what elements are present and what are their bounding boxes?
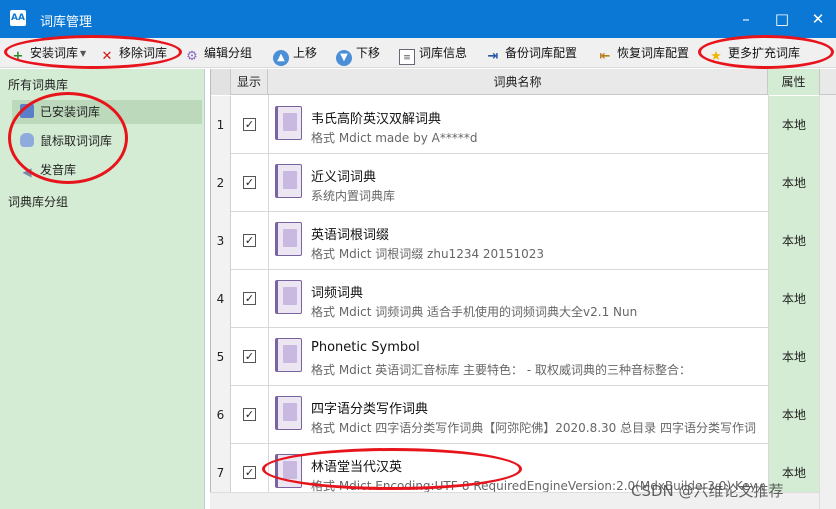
import-icon: ⇤ [599,49,611,64]
close-button[interactable]: ✕ [800,0,836,38]
row-number: 1 [211,96,231,154]
annotation-ellipse [262,448,522,490]
edit-group-button[interactable]: ⚙ 编辑分组 [184,42,252,64]
edit-group-label: 编辑分组 [204,46,253,60]
all-dicts-header[interactable]: 所有词典库 [8,76,68,93]
dict-app-icon: AA [10,10,26,26]
show-checkbox[interactable]: ✓ [243,408,256,421]
column-divider [268,95,269,509]
move-up-label: 上移 [293,46,318,60]
restore-label: 恢复词库配置 [617,46,690,60]
vertical-scrollbar[interactable] [819,95,836,509]
arrow-up-icon: ▲ [273,50,289,66]
annotation-ellipse [8,92,128,184]
title-bar: AA 词库管理 – □ ✕ [0,0,836,38]
dict-attribute: 本地 [768,386,820,444]
dict-name: 英语词根词缀 [311,228,390,243]
dict-attribute: 本地 [768,328,820,386]
dictionary-book-icon [275,164,302,198]
show-checkbox[interactable]: ✓ [243,466,256,479]
dictionary-book-icon [275,396,302,430]
table-header: 显示 词典名称 属性 [211,69,836,95]
export-icon: ⇥ [487,49,499,64]
dict-attribute: 本地 [768,154,820,212]
row-number: 2 [211,154,231,212]
row-number-header [211,69,231,95]
annotation-ellipse [4,35,182,69]
table-row[interactable]: 6 ✓ 四字语分类写作词典 格式 Mdict 四字语分类写作词典【阿弥陀佛】20… [211,386,836,444]
move-up-button[interactable]: ▲ 上移 [273,42,318,66]
dict-name: 近义词词典 [311,170,377,185]
arrow-down-icon: ▼ [336,50,352,66]
table-row[interactable]: 3 ✓ 英语词根词缀 格式 Mdict 词根词缀 zhu1234 2015102… [211,212,836,270]
watermark: CSDN @六维论文推荐 [631,482,784,500]
minimize-button[interactable]: – [728,0,764,38]
annotation-ellipse [698,35,834,69]
maximize-button[interactable]: □ [764,0,800,38]
dict-attribute: 本地 [768,212,820,270]
show-column-header[interactable]: 显示 [231,69,268,95]
dictionary-book-icon [275,106,302,140]
dict-name: 四字语分类写作词典 [311,402,429,417]
dictionary-book-icon [275,280,302,314]
window-title: 词库管理 [40,15,93,30]
dictionary-book-icon [275,222,302,256]
dict-name: Phonetic Symbol [311,340,420,355]
dict-table: 显示 词典名称 属性 1 ✓ 韦氏高阶英汉双解词典 格式 Mdict made … [210,69,836,509]
dict-description: 格式 Mdict 词根词缀 zhu1234 20151023 [311,247,544,261]
gear-icon: ⚙ [186,49,198,64]
row-number: 6 [211,386,231,444]
name-column-header[interactable]: 词典名称 [268,69,768,95]
backup-config-button[interactable]: ⇥ 备份词库配置 [485,42,577,64]
show-checkbox[interactable]: ✓ [243,292,256,305]
dict-attribute: 本地 [768,270,820,328]
dict-groups-header[interactable]: 词典库分组 [8,193,68,210]
dict-attribute: 本地 [768,96,820,154]
move-down-button[interactable]: ▼ 下移 [336,42,381,66]
show-checkbox[interactable]: ✓ [243,234,256,247]
dict-description: 格式 Mdict 英语词汇音标库 主要特色： - 取权威词典的三种音标整合： [311,363,692,377]
dict-name: 词频词典 [311,286,364,301]
table-row[interactable]: 1 ✓ 韦氏高阶英汉双解词典 格式 Mdict made by A*****d … [211,96,836,154]
dict-name: 韦氏高阶英汉双解词典 [311,112,442,127]
row-number: 3 [211,212,231,270]
show-checkbox[interactable]: ✓ [243,350,256,363]
dict-description: 格式 Mdict 词频词典 适合手机使用的词频词典大全v2.1 Nun [311,305,638,319]
column-divider [768,95,769,509]
dict-info-button[interactable]: ≡ 词库信息 [399,42,468,65]
info-doc-icon: ≡ [399,49,415,65]
move-down-label: 下移 [356,46,381,60]
backup-label: 备份词库配置 [505,46,578,60]
dict-description: 格式 Mdict 四字语分类写作词典【阿弥陀佛】2020.8.30 总目录 四字… [311,421,756,435]
row-number: 4 [211,270,231,328]
show-checkbox[interactable]: ✓ [243,118,256,131]
show-checkbox[interactable]: ✓ [243,176,256,189]
dictionary-book-icon [275,338,302,372]
dict-description: 格式 Mdict made by A*****d [311,131,478,145]
table-row[interactable]: 2 ✓ 近义词词典 系统内置词典库 本地 [211,154,836,212]
restore-config-button[interactable]: ⇤ 恢复词库配置 [597,42,689,64]
table-row[interactable]: 5 ✓ Phonetic Symbol 格式 Mdict 英语词汇音标库 主要特… [211,328,836,386]
attr-column-header[interactable]: 属性 [768,69,820,95]
row-number: 5 [211,328,231,386]
dict-description: 系统内置词典库 [311,189,396,203]
dict-info-label: 词库信息 [419,46,468,60]
table-row[interactable]: 4 ✓ 词频词典 格式 Mdict 词频词典 适合手机使用的词频词典大全v2.1… [211,270,836,328]
